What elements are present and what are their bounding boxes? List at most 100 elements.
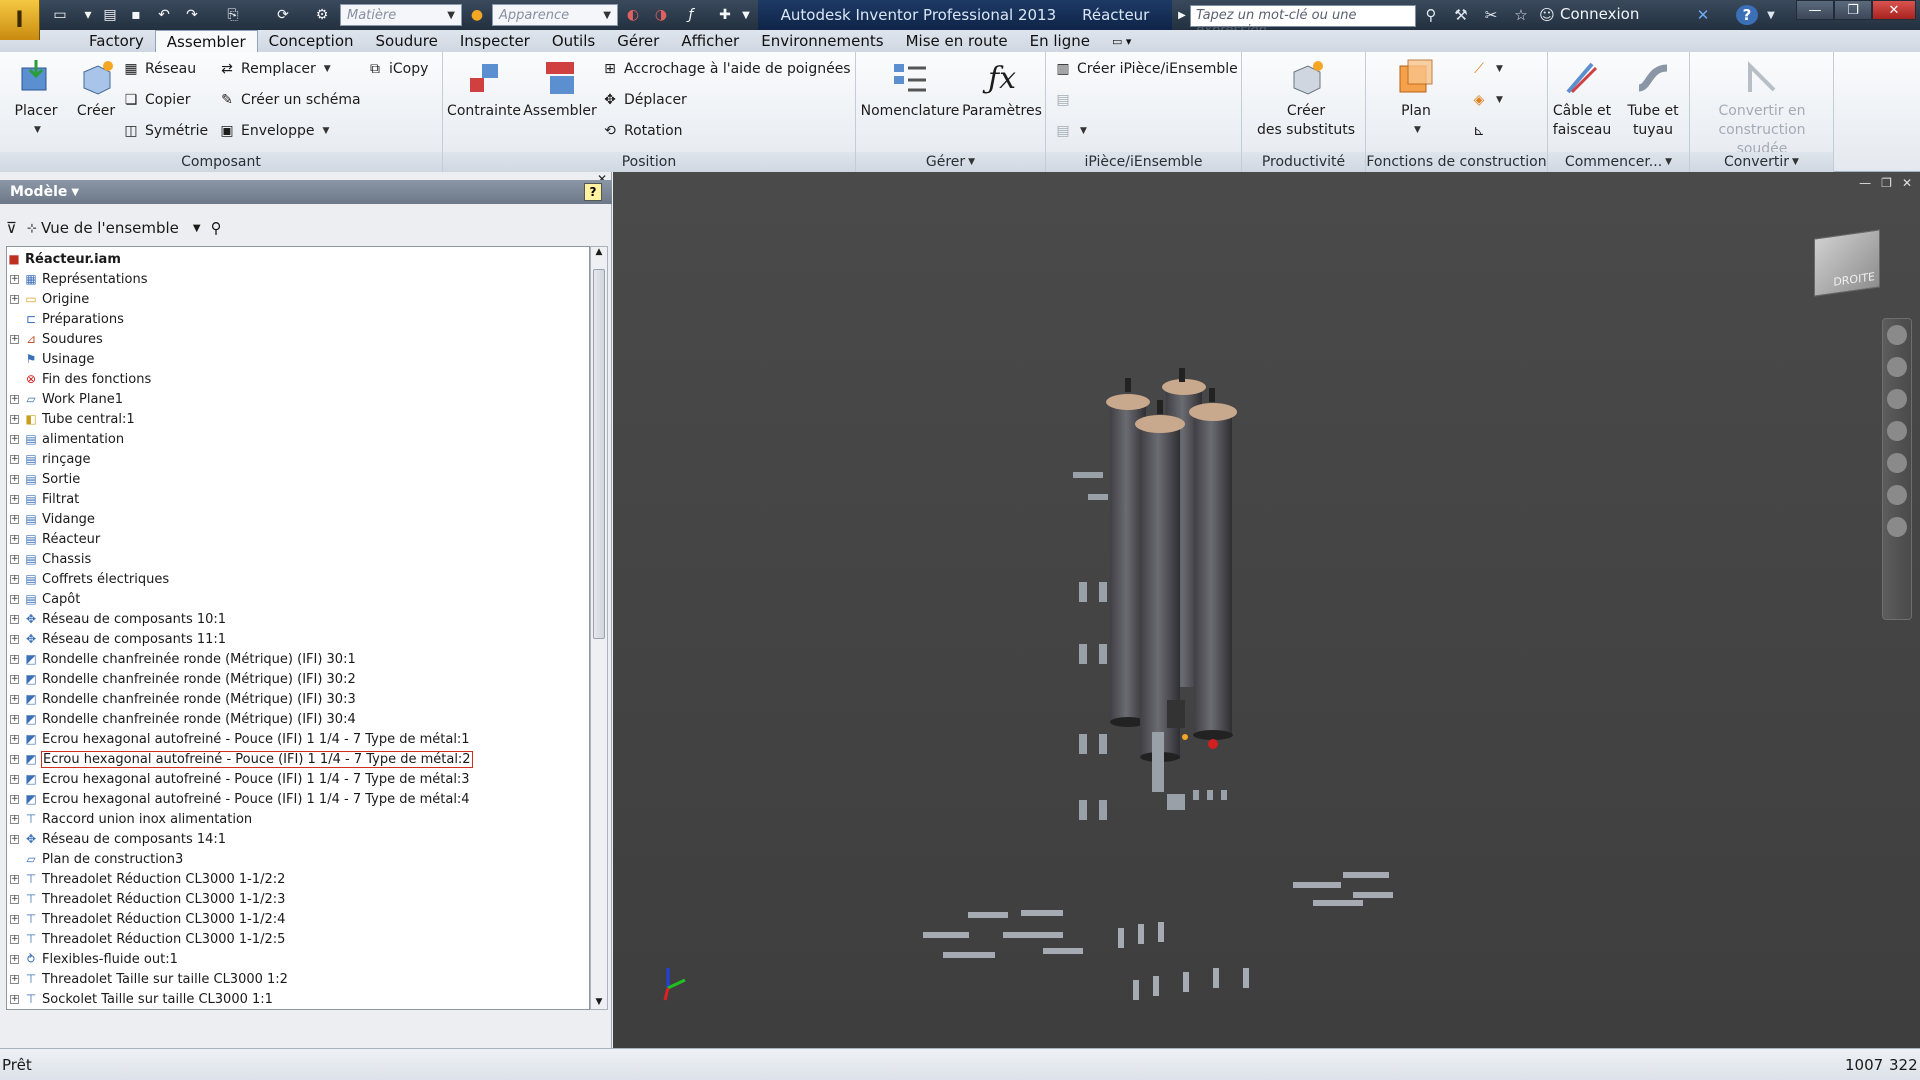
tree-node[interactable]: + ⊤ Threadolet Taille sur taille CL3000 1:…	[7, 969, 288, 989]
look-at-icon[interactable]	[1887, 453, 1907, 473]
edit-factory-button[interactable]: ▤ ▼	[1054, 120, 1087, 142]
save-icon[interactable]: ▪	[124, 4, 148, 26]
tree-node[interactable]: + ▱ Work Plane1	[7, 389, 123, 409]
expand-toggle-icon[interactable]: +	[10, 614, 19, 624]
tree-node[interactable]: + ◩ Ecrou hexagonal autofreiné - Pouce (IF…	[7, 729, 470, 749]
customize-dropdown-icon[interactable]: ▼	[738, 4, 754, 26]
binoculars-icon[interactable]: ⚲	[1420, 5, 1442, 25]
steering-wheel-icon[interactable]	[1887, 325, 1907, 345]
graphics-viewport[interactable]: — ❐ ✕	[613, 172, 1920, 1048]
tree-node[interactable]: + ▤ Vidange	[7, 509, 95, 529]
copier-button[interactable]: ❏ Copier	[122, 89, 191, 111]
expand-toggle-icon[interactable]: +	[10, 534, 19, 544]
expand-toggle-icon[interactable]: +	[10, 594, 19, 604]
ribbon-options-icon[interactable]: ▭ ▾	[1101, 30, 1142, 52]
expand-toggle-icon[interactable]: +	[10, 654, 19, 664]
nav-options-icon[interactable]	[1887, 517, 1907, 537]
tab-assembler[interactable]: Assembler	[154, 30, 258, 52]
expand-toggle-icon[interactable]: +	[10, 774, 19, 784]
filter-icon[interactable]: ⊽	[6, 219, 17, 237]
expand-toggle-icon[interactable]: +	[10, 294, 19, 304]
accrochage-button[interactable]: ⊞ Accrochage à l'aide de poignées	[601, 58, 850, 80]
expand-toggle-icon[interactable]: +	[10, 434, 19, 444]
assembler-button[interactable]: Assembler	[523, 56, 597, 121]
expand-toggle-icon[interactable]: +	[10, 874, 19, 884]
tab-en-ligne[interactable]: En ligne	[1019, 30, 1101, 52]
tree-node[interactable]: + ⊤ Raccord union inox alimentation	[7, 809, 252, 829]
scroll-up-icon[interactable]: ▲	[591, 247, 607, 265]
tab-gerer[interactable]: Gérer	[606, 30, 670, 52]
zoom-icon[interactable]	[1887, 389, 1907, 409]
help-icon[interactable]: ?	[1736, 5, 1758, 25]
expand-toggle-icon[interactable]: +	[10, 834, 19, 844]
tree-node[interactable]: ⚑ Usinage	[7, 349, 95, 369]
expand-toggle-icon[interactable]: +	[10, 734, 19, 744]
binoculars-icon[interactable]: ⚲	[211, 219, 222, 237]
pan-icon[interactable]	[1887, 357, 1907, 377]
creer-substituts-button[interactable]: Créer des substituts	[1256, 56, 1356, 140]
convertir-soudee-button[interactable]: Convertir en construction soudée	[1692, 56, 1832, 159]
open-icon[interactable]: ▤	[98, 4, 122, 26]
tree-node[interactable]: + ▤ Coffrets électriques	[7, 569, 169, 589]
undo-icon[interactable]: ↶	[152, 4, 176, 26]
tab-inspecter[interactable]: Inspecter	[449, 30, 541, 52]
tree-node[interactable]: + ▤ alimentation	[7, 429, 124, 449]
tree-node[interactable]: + ▦ Représentations	[7, 269, 148, 289]
favorites-star-icon[interactable]: ☆	[1510, 5, 1532, 25]
application-menu-button[interactable]: I	[0, 0, 40, 40]
tab-outils[interactable]: Outils	[541, 30, 606, 52]
symetrie-button[interactable]: ◫ Symétrie	[122, 120, 208, 142]
scroll-thumb[interactable]	[593, 269, 605, 639]
expand-toggle-icon[interactable]: +	[10, 794, 19, 804]
tree-node[interactable]: + ◧ Tube central:1	[7, 409, 135, 429]
expand-toggle-icon[interactable]: +	[10, 974, 19, 984]
panel-gerer-label[interactable]: Gérer ▼	[856, 152, 1045, 172]
edit-table-button[interactable]: ▤	[1054, 89, 1072, 111]
tree-node[interactable]: + ▤ Capôt	[7, 589, 80, 609]
tree-node[interactable]: + ◩ Rondelle chanfreinée ronde (Métrique) …	[7, 649, 356, 669]
subscription-icon[interactable]: ⚒	[1450, 5, 1472, 25]
tree-root[interactable]: ■ Réacteur.iam	[7, 249, 121, 269]
tree-node[interactable]: + ◩ Ecrou hexagonal autofreiné - Pouce (IF…	[7, 789, 470, 809]
browser-scrollbar[interactable]: ▲ ▼	[590, 246, 608, 1010]
redo-icon[interactable]: ↷	[180, 4, 204, 26]
expand-toggle-icon[interactable]: +	[10, 814, 19, 824]
communication-icon[interactable]: ✂	[1480, 5, 1502, 25]
expand-toggle-icon[interactable]: +	[10, 714, 19, 724]
help-dropdown-icon[interactable]: ▼	[1760, 5, 1782, 25]
expand-toggle-icon[interactable]: +	[10, 334, 19, 344]
new-icon[interactable]: ▭	[48, 4, 72, 26]
search-input[interactable]: Tapez un mot-clé ou une expression	[1190, 5, 1416, 38]
icopy-button[interactable]: ⧉ iCopy	[366, 58, 428, 80]
tree-node[interactable]: + ◩ Ecrou hexagonal autofreiné - Pouce (IF…	[7, 749, 473, 769]
enveloppe-button[interactable]: ▣ Enveloppe ▼	[218, 120, 329, 142]
tab-soudure[interactable]: Soudure	[365, 30, 449, 52]
browser-help-icon[interactable]: ?	[584, 183, 602, 201]
tree-node[interactable]: + ▤ Chassis	[7, 549, 91, 569]
tab-mise-en-route[interactable]: Mise en route	[895, 30, 1019, 52]
tree-node[interactable]: + ▤ Filtrat	[7, 489, 79, 509]
tab-environnements[interactable]: Environnements	[750, 30, 894, 52]
tree-node[interactable]: + ◩ Rondelle chanfreinée ronde (Métrique) …	[7, 709, 356, 729]
tab-factory[interactable]: Factory	[78, 30, 155, 52]
expand-toggle-icon[interactable]: +	[10, 474, 19, 484]
tree-node[interactable]: + ⊤ Threadolet Réduction CL3000 1-1/2:5	[7, 929, 285, 949]
tree-node[interactable]: + ✥ Réseau de composants 14:1	[7, 829, 226, 849]
expand-toggle-icon[interactable]: +	[10, 274, 19, 284]
work-axis-button[interactable]: ⟋ ▼	[1470, 58, 1503, 80]
expand-toggle-icon[interactable]: +	[10, 694, 19, 704]
browser-header[interactable]: Modèle ▼ ?	[0, 180, 612, 204]
expand-toggle-icon[interactable]: +	[10, 494, 19, 504]
creer-button[interactable]: Créer	[70, 56, 122, 121]
parametres-button[interactable]: ƒx Paramètres	[962, 56, 1042, 121]
tree-node[interactable]: + ✥ Réseau de composants 11:1	[7, 629, 226, 649]
view-face-icon[interactable]	[1887, 485, 1907, 505]
expand-toggle-icon[interactable]: +	[10, 914, 19, 924]
new-dropdown-icon[interactable]: ▾	[78, 4, 98, 26]
contrainte-button[interactable]: Contrainte	[447, 56, 521, 121]
ucs-button[interactable]: ⊾	[1470, 120, 1488, 142]
tree-node[interactable]: + ⊤ Sockolet Taille sur taille CL3000 1:1	[7, 989, 273, 1009]
view-selector[interactable]: ⊹ Vue de l'ensemble ▼	[27, 219, 201, 237]
adjust-icon[interactable]: ◐	[622, 4, 644, 26]
expand-toggle-icon[interactable]: +	[10, 954, 19, 964]
